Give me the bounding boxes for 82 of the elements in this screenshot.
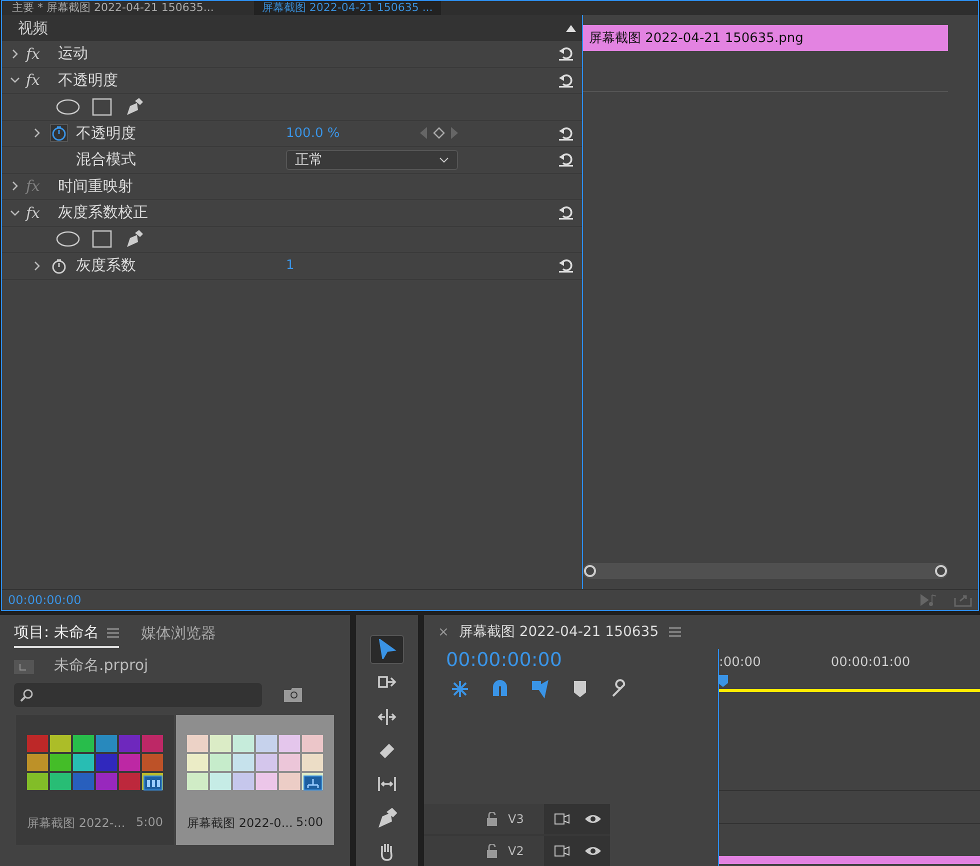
track-name[interactable]: V2	[508, 844, 538, 858]
blend-mode-dropdown[interactable]: 正常	[286, 150, 458, 170]
lock-icon[interactable]	[486, 812, 498, 826]
playhead-timecode[interactable]: 00:00:00:00	[424, 649, 718, 671]
search-icon	[20, 688, 34, 702]
sequence-tab[interactable]: 屏幕截图 2022-04-21 150635	[458, 623, 659, 641]
clip-bar[interactable]: 屏幕截图 2022-04-21 150635.png	[583, 25, 948, 51]
item-duration: 5:00	[296, 815, 323, 831]
master-clip-tab[interactable]: 主要 * 屏幕截图 2022-04-21 150635...	[12, 1, 214, 15]
reset-icon[interactable]	[558, 205, 574, 220]
panel-tab[interactable]: 项目: 未命名	[14, 621, 119, 648]
param-value[interactable]: 100.0 %	[286, 126, 340, 141]
scroll-handle-icon[interactable]	[583, 564, 597, 578]
magnet-icon[interactable]	[490, 679, 510, 699]
close-tab-button[interactable]: ×	[438, 624, 449, 640]
menu-icon[interactable]	[106, 628, 119, 638]
item-duration: 5:00	[136, 815, 163, 831]
scroll-handle-icon[interactable]	[934, 564, 948, 578]
pen-icon[interactable]	[124, 96, 144, 117]
sync-lock-icon[interactable]	[554, 845, 570, 857]
fx-toggle[interactable]: fx	[26, 71, 48, 90]
caret-icon	[439, 156, 449, 163]
item-name: 屏幕截图 2022-...	[27, 815, 126, 832]
chevron-down-icon[interactable]	[10, 208, 20, 218]
folder-up-icon[interactable]	[14, 658, 34, 674]
ellipse-mask-icon[interactable]	[56, 231, 80, 248]
chevron-down-icon[interactable]	[10, 75, 20, 86]
fx-toggle[interactable]: fx	[26, 44, 48, 63]
collapse-icon[interactable]	[566, 24, 576, 32]
sequence-icon	[303, 775, 323, 791]
effect-name: 不透明度	[58, 70, 118, 90]
sync-lock-icon[interactable]	[554, 813, 570, 825]
ruler-label: 00:00:01:00	[830, 654, 910, 670]
effect-name: 时间重映射	[58, 176, 133, 196]
chevron-right-icon[interactable]	[32, 128, 42, 138]
timecode[interactable]: 00:00:00:00	[8, 593, 82, 607]
tool-button[interactable]	[370, 635, 404, 664]
stopwatch-icon[interactable]	[50, 256, 68, 275]
film-icon	[143, 775, 163, 791]
playhead-icon[interactable]	[718, 675, 728, 687]
chevron-right-icon[interactable]	[10, 181, 20, 192]
pen-icon	[377, 808, 397, 828]
clip-tab[interactable]: 屏幕截图 2022-04-21 150635 ...	[254, 1, 441, 15]
track-name[interactable]: V3	[508, 812, 538, 826]
project-item[interactable]: 屏幕截图 2022-0... 5:00	[176, 715, 334, 845]
effect-name: 灰度系数校正	[58, 203, 148, 222]
param-name: 灰度系数	[76, 256, 137, 276]
search-field[interactable]	[14, 683, 262, 707]
reset-icon[interactable]	[558, 152, 574, 168]
find-in-folder-icon[interactable]	[284, 688, 302, 702]
clip-bar[interactable]	[719, 856, 980, 864]
param-name: 不透明度	[76, 124, 137, 143]
pen-icon[interactable]	[124, 229, 144, 250]
rectangle-mask-icon[interactable]	[92, 230, 112, 248]
stopwatch-icon[interactable]	[50, 124, 68, 142]
arrow-icon	[377, 639, 397, 660]
effect-name: 运动	[58, 44, 88, 64]
reset-icon[interactable]	[558, 126, 574, 141]
lock-icon[interactable]	[486, 844, 498, 858]
item-name: 屏幕截图 2022-0...	[187, 815, 293, 832]
project-file-name: 未命名.prproj	[54, 656, 148, 675]
reset-icon[interactable]	[558, 72, 574, 88]
eye-icon[interactable]	[584, 813, 602, 825]
param-value[interactable]: 1	[286, 258, 294, 274]
ellipse-mask-icon[interactable]	[56, 98, 80, 115]
keyframe-icon[interactable]	[432, 127, 445, 140]
chevron-right-icon[interactable]	[32, 260, 42, 271]
rectangle-mask-icon[interactable]	[92, 98, 112, 116]
eye-icon[interactable]	[584, 845, 602, 857]
ripple-edit-icon	[377, 706, 397, 727]
ruler-label: :00:00	[719, 654, 761, 670]
chevron-right-icon[interactable]	[10, 48, 20, 59]
reset-icon[interactable]	[558, 258, 574, 274]
zoom-scrollbar[interactable]	[583, 563, 948, 579]
project-item[interactable]: 屏幕截图 2022-... 5:00	[16, 715, 174, 845]
fx-toggle[interactable]: fx	[26, 204, 48, 222]
panel-tab[interactable]: 媒体浏览器	[140, 622, 216, 647]
menu-icon[interactable]	[668, 627, 681, 637]
linked-selection-icon[interactable]	[530, 679, 550, 699]
param-name: 混合模式	[76, 150, 137, 170]
reset-icon[interactable]	[558, 46, 574, 62]
section-title: 视频	[18, 18, 48, 38]
